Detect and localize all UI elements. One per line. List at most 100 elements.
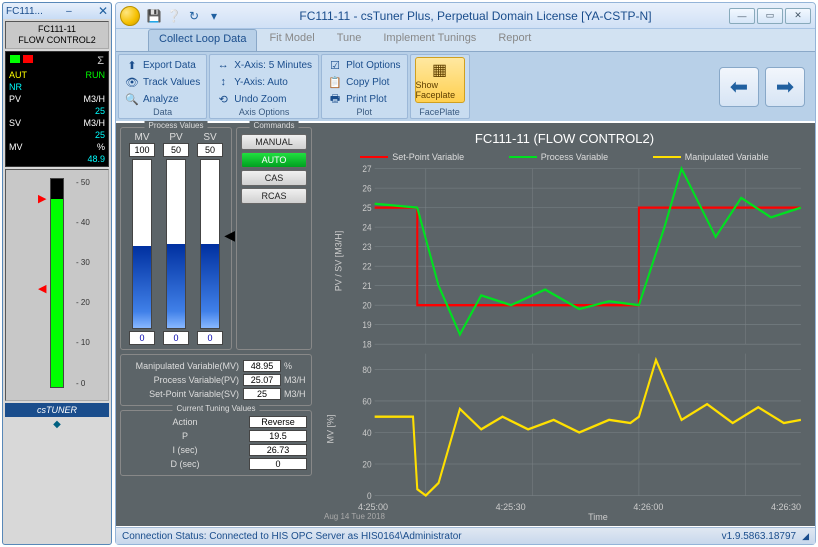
ribbon: Collect Loop DataFit ModelTuneImplement … (116, 29, 815, 121)
time-axis: 4:25:004:25:304:26:004:26:30 (318, 500, 811, 512)
ribbon-item-copy-plot[interactable]: 📋Copy Plot (326, 74, 402, 90)
ribbon-item-analyze[interactable]: 🔍Analyze (123, 91, 202, 107)
command-auto[interactable]: AUTO (241, 152, 307, 168)
refresh-icon[interactable]: ↻ (186, 8, 202, 24)
faceplate-window: FC111... – ✕ FC111-11 FLOW CONTROL2 Σ AU… (2, 2, 112, 545)
maximize-button[interactable]: ▭ (757, 8, 783, 24)
chart-bottom[interactable]: MV [%] 806040200 (352, 349, 805, 500)
nav-arrows: ⬅ ➡ (719, 54, 813, 119)
faceplate-readout: Σ AUTRUN NR PVM3/H25SVM3/H25MV%48.9 (5, 51, 109, 167)
led-icon (10, 55, 20, 63)
bar-pv: PV500 (163, 132, 189, 345)
chart-top[interactable]: PV / SV [M3/H] 27262524232221201918 (352, 164, 805, 349)
legend-item[interactable]: Set-Point Variable (360, 152, 464, 162)
ribbon-item-export-data[interactable]: ⬆Export Data (123, 57, 202, 73)
svg-text:20: 20 (362, 459, 371, 470)
svg-text:20: 20 (362, 300, 371, 311)
x-axis-label: Time (385, 512, 811, 522)
main-window: 💾 ❔ ↻ ▾ FC111-11 - csTuner Plus, Perpetu… (115, 2, 816, 545)
ribbon-group-data: ⬆Export Data👁Track Values🔍Analyze Data (118, 54, 207, 119)
chart-title: FC111-11 (FLOW CONTROL2) (318, 127, 811, 150)
chart-panel: FC111-11 (FLOW CONTROL2) Set-Point Varia… (318, 127, 811, 522)
ribbon-tab-tune[interactable]: Tune (327, 29, 372, 51)
ribbon-item-print-plot[interactable]: 🖶Print Plot (326, 91, 402, 107)
chevron-down-icon[interactable]: ◆ (5, 417, 109, 432)
tuning-row: ActionReverse (125, 415, 307, 429)
content-area: Process Values MV1000PV500SV50◀0 Command… (116, 123, 815, 526)
prev-loop-button[interactable]: ⬅ (719, 67, 759, 107)
svg-text:18: 18 (362, 339, 371, 349)
svg-text:80: 80 (362, 364, 371, 375)
legend-item[interactable]: Manipulated Variable (653, 152, 769, 162)
left-panel: Process Values MV1000PV500SV50◀0 Command… (120, 127, 312, 522)
bar-sv: SV50◀0 (197, 132, 223, 345)
svg-text:25: 25 (362, 203, 371, 214)
statusbar: Connection Status: Connected to HIS OPC … (116, 527, 815, 544)
tuning-row: I (sec)26.73 (125, 443, 307, 457)
version-label: v1.9.5863.18797 (722, 531, 797, 542)
quick-access-toolbar: 💾 ❔ ↻ ▾ (146, 8, 222, 24)
sigma-icon: Σ (97, 55, 104, 67)
commands-panel: Commands MANUALAUTOCASRCAS (236, 127, 312, 350)
faceplate-footer[interactable]: csTUNER (5, 403, 109, 417)
ribbon-item-plot-options[interactable]: ☑Plot Options (326, 57, 402, 73)
ribbon-tab-report[interactable]: Report (488, 29, 541, 51)
ribbon-tabs: Collect Loop DataFit ModelTuneImplement … (116, 29, 815, 51)
close-icon[interactable]: ✕ (98, 4, 108, 18)
ribbon-item-x-axis-5-minutes[interactable]: ↔X-Axis: 5 Minutes (214, 57, 314, 73)
command-cas[interactable]: CAS (241, 170, 307, 186)
high-marker-icon: ▶ (38, 192, 46, 205)
svg-text:22: 22 (362, 261, 371, 272)
process-values-panel: Process Values MV1000PV500SV50◀0 (120, 127, 232, 350)
svg-text:26: 26 (362, 183, 371, 194)
faceplate-bargraph: ▶ ◀ - 50- 40- 30- 20- 10- 0 (5, 169, 109, 401)
ribbon-item-track-values[interactable]: 👁Track Values (123, 74, 202, 90)
save-icon[interactable]: 💾 (146, 8, 162, 24)
pv-readout-panel: Manipulated Variable(MV)48.95%Process Va… (120, 354, 312, 406)
faceplate-titlebar[interactable]: FC111... – ✕ (3, 3, 111, 19)
faceplate-bar (50, 178, 64, 388)
dropdown-icon[interactable]: ▾ (206, 8, 222, 24)
resize-grip-icon[interactable]: ◢ (802, 531, 809, 542)
minimize-icon[interactable]: – (66, 6, 72, 17)
command-rcas[interactable]: RCAS (241, 188, 307, 204)
tuning-panel: Current Tuning Values ActionReverseP19.5… (120, 410, 312, 476)
legend-item[interactable]: Process Variable (509, 152, 608, 162)
ribbon-tab-collect-loop-data[interactable]: Collect Loop Data (148, 29, 257, 51)
next-loop-button[interactable]: ➡ (765, 67, 805, 107)
ribbon-item-undo-zoom[interactable]: ⟲Undo Zoom (214, 91, 314, 107)
bar-mv: MV1000 (129, 132, 155, 345)
command-manual[interactable]: MANUAL (241, 134, 307, 150)
value-row: Manipulated Variable(MV)48.95% (125, 359, 307, 373)
svg-text:0: 0 (367, 490, 372, 500)
help-icon[interactable]: ❔ (166, 8, 182, 24)
ribbon-groups: ⬆Export Data👁Track Values🔍Analyze Data ↔… (116, 51, 815, 121)
ribbon-group-plot: ☑Plot Options📋Copy Plot🖶Print Plot Plot (321, 54, 407, 119)
titlebar[interactable]: 💾 ❔ ↻ ▾ FC111-11 - csTuner Plus, Perpetu… (116, 3, 815, 29)
window-title: FC111-11 - csTuner Plus, Perpetual Domai… (222, 9, 729, 23)
ribbon-tab-implement-tunings[interactable]: Implement Tunings (373, 29, 486, 51)
sp-marker-icon: ◀ (38, 282, 46, 295)
close-button[interactable]: ✕ (785, 8, 811, 24)
svg-text:40: 40 (362, 427, 371, 438)
tuning-row: D (sec)0 (125, 457, 307, 471)
faceplate-scale: - 50- 40- 30- 20- 10- 0 (76, 178, 100, 388)
ribbon-group-faceplate: ▦ Show Faceplate FacePlate (410, 54, 470, 119)
svg-text:27: 27 (362, 164, 371, 174)
bot-ylabel: MV [%] (326, 415, 336, 444)
chart-legend: Set-Point Variable Process Variable Manipu… (318, 150, 811, 164)
ribbon-group-axis: ↔X-Axis: 5 Minutes↕Y-Axis: Auto⟲Undo Zoo… (209, 54, 319, 119)
led-icon (23, 55, 33, 63)
value-row: Process Variable(PV)25.07M3/H (125, 373, 307, 387)
faceplate-tag-header: FC111-11 FLOW CONTROL2 (5, 21, 109, 49)
show-faceplate-button[interactable]: ▦ Show Faceplate (415, 57, 465, 103)
ribbon-item-y-axis-auto[interactable]: ↕Y-Axis: Auto (214, 74, 314, 90)
minimize-button[interactable]: — (729, 8, 755, 24)
app-menu-button[interactable] (120, 6, 140, 26)
svg-text:21: 21 (362, 281, 371, 292)
value-row: Set-Point Variable(SV)25M3/H (125, 387, 307, 401)
led-icon (36, 55, 46, 63)
ribbon-tab-fit-model[interactable]: Fit Model (259, 29, 324, 51)
svg-text:23: 23 (362, 242, 371, 253)
faceplate-title-text: FC111... (6, 6, 43, 17)
